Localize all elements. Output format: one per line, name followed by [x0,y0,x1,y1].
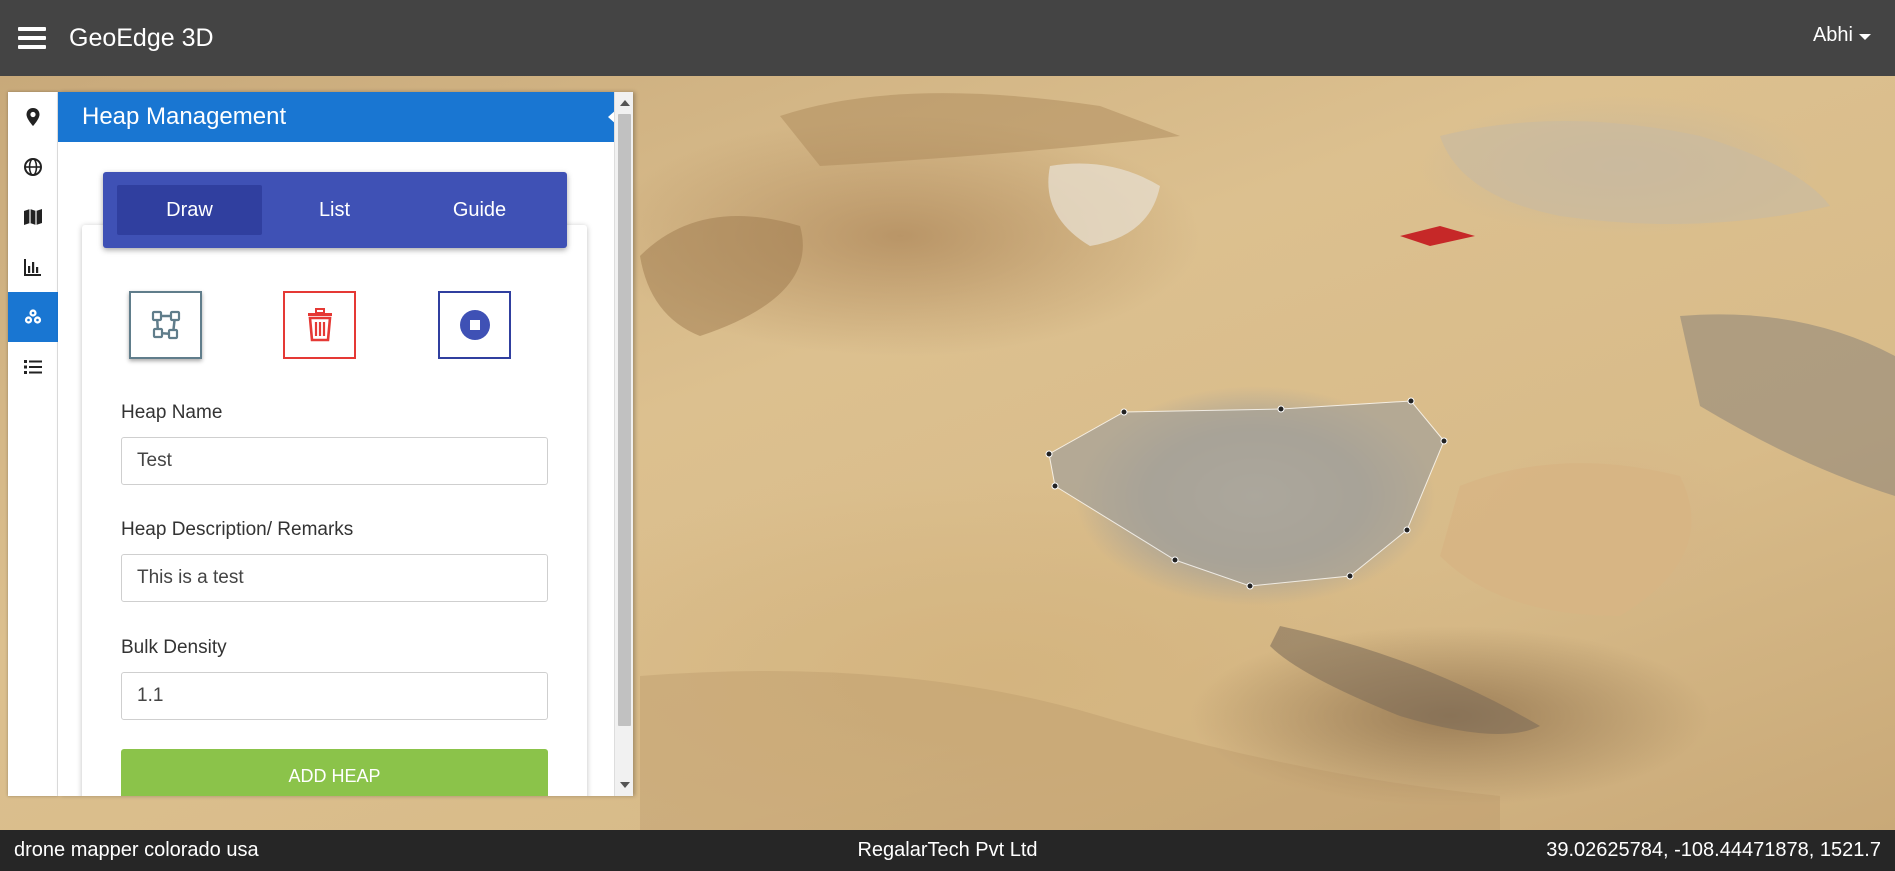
heap-management-panel: Heap Management Draw List Guide Heap Nam… [58,92,633,796]
map-icon [24,209,42,225]
panel-header: Heap Management [58,92,633,142]
delete-heap-button[interactable] [283,291,356,359]
heap-name-label: Heap Name [121,402,223,423]
sidebar-rail [8,92,58,796]
cursor-coordinates: 39.02625784, -108.44471878, 1521.7 [1546,839,1881,861]
rail-item-location[interactable] [8,92,58,142]
rail-item-list[interactable] [8,342,58,392]
scroll-down-arrow-icon[interactable] [620,782,630,788]
top-navbar: GeoEdge 3D Abhi [0,0,1895,76]
caret-down-icon [1859,33,1871,40]
add-heap-button[interactable]: ADD HEAP [121,749,548,796]
hamburger-menu-icon[interactable] [16,24,48,52]
rail-item-heaps[interactable] [8,292,58,342]
polygon-draw-icon [151,310,180,340]
map-marker-icon [26,108,40,126]
tab-guide[interactable]: Guide [407,185,552,235]
app-title: GeoEdge 3D [69,23,214,52]
status-footer: RegalarTech Pvt Ltd drone mapper colorad… [0,830,1895,871]
stop-circle-icon [459,310,490,340]
tab-bar: Draw List Guide [103,172,567,248]
stop-drawing-button[interactable] [438,291,511,359]
user-menu-dropdown[interactable]: Abhi [1813,24,1871,47]
heap-description-input[interactable] [121,554,548,602]
heap-name-input[interactable] [121,437,548,485]
rail-item-charts[interactable] [8,242,58,292]
site-name: drone mapper colorado usa [14,839,259,861]
user-name: Abhi [1812,24,1853,46]
list-icon [24,360,42,374]
heaps-icon [24,309,42,324]
bulk-density-label: Bulk Density [121,637,227,658]
scroll-thumb[interactable] [618,114,631,726]
trash-icon [307,308,332,342]
panel-scrollbar[interactable] [614,92,633,796]
bulk-density-input[interactable] [121,672,548,720]
draw-polygon-button[interactable] [129,291,202,359]
globe-icon [24,158,42,176]
tab-list[interactable]: List [262,185,407,235]
scroll-up-arrow-icon[interactable] [620,100,630,106]
tab-draw[interactable]: Draw [117,185,262,235]
rail-item-map[interactable] [8,192,58,242]
panel-title: Heap Management [82,103,287,130]
heap-description-label: Heap Description/ Remarks [121,519,354,540]
bar-chart-icon [24,259,41,276]
rail-item-globe[interactable] [8,142,58,192]
